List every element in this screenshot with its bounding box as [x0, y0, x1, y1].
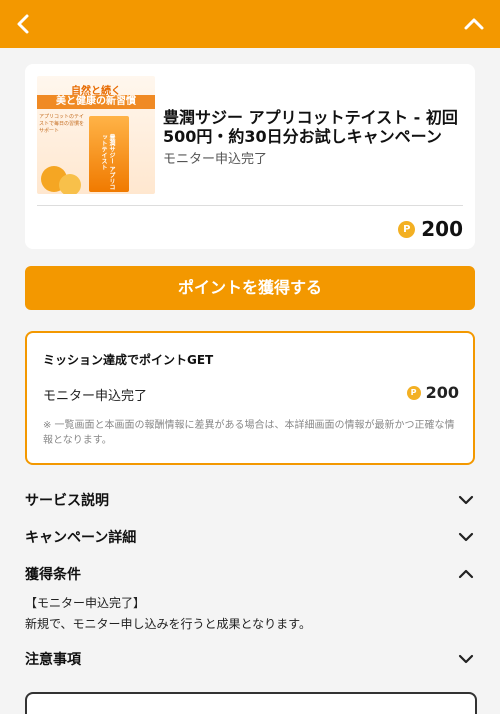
section-service[interactable]: サービス説明: [25, 488, 475, 512]
offer-status: モニター申込完了: [163, 152, 268, 167]
chevron-down-icon: [458, 495, 474, 505]
section-service-label: サービス説明: [25, 493, 109, 509]
mission-title: ミッション達成でポイントGET: [43, 353, 214, 367]
section-campaign[interactable]: キャンペーン詳細: [25, 525, 475, 549]
mission-label: モニター申込完了: [43, 389, 148, 404]
chevron-up-icon[interactable]: [460, 10, 488, 38]
section-campaign-label: キャンペーン詳細: [25, 530, 137, 546]
offer-points: P 200: [398, 217, 463, 241]
divider: [37, 205, 463, 206]
chevron-left-icon[interactable]: [10, 10, 38, 38]
point-icon: P: [398, 220, 416, 238]
thumb-line2: 美と健康の新習慣: [37, 95, 155, 109]
mission-points-value: 200: [425, 383, 459, 402]
get-points-button[interactable]: ポイントを獲得する: [25, 266, 475, 310]
section-conditions-label: 獲得条件: [25, 567, 81, 583]
offer-card: 自然と続く 美と健康の新習慣 アプリコットのテイストで毎日の習慣をサポート 豊潤…: [25, 64, 475, 249]
thumb-body: アプリコットのテイストで毎日の習慣をサポート: [39, 114, 85, 134]
chevron-down-icon: [458, 532, 474, 542]
offer-title: 豊潤サジー アプリコットテイスト - 初回500円・約30日分お試しキャンペーン: [163, 108, 458, 146]
points-value: 200: [421, 217, 463, 241]
carton-text: 豊潤サジー アプリコットテイスト: [100, 134, 115, 191]
top-bar: [0, 0, 500, 48]
mission-box: ミッション達成でポイントGET モニター申込完了 P 200 ※ 一覧画面と本画…: [25, 331, 475, 465]
section-notes[interactable]: 注意事項: [25, 647, 475, 671]
chevron-up-icon: [458, 569, 474, 579]
apricot-image: [59, 174, 81, 194]
chevron-down-icon: [458, 654, 474, 664]
section-conditions[interactable]: 獲得条件: [25, 562, 475, 586]
mission-note: ※ 一覧画面と本画面の報酬情報に差異がある場合は、本詳細画面の情報が最新かつ正確…: [43, 420, 455, 446]
conditions-title: 【モニター申込完了】: [25, 596, 146, 610]
point-icon: P: [406, 385, 421, 400]
section-notes-label: 注意事項: [25, 652, 81, 668]
mission-points: P 200: [406, 383, 459, 402]
bottom-box: [25, 692, 477, 714]
conditions-text: 新規で、モニター申し込みを行うと成果となります。: [25, 617, 311, 631]
offer-thumbnail: 自然と続く 美と健康の新習慣 アプリコットのテイストで毎日の習慣をサポート 豊潤…: [37, 76, 155, 194]
